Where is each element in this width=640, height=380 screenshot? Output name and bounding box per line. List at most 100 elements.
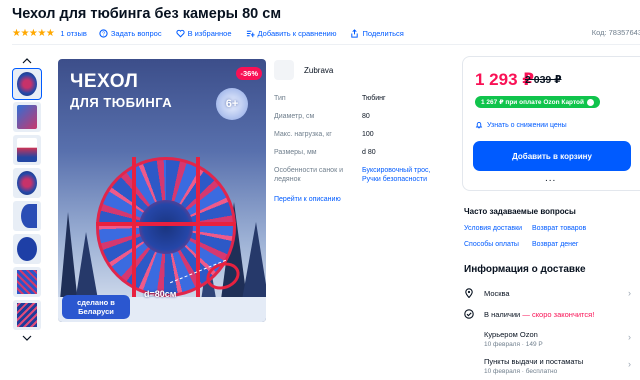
pickup-points-option[interactable]: Пункты выдачи и постаматы xyxy=(484,357,583,366)
spec-value: 100 xyxy=(362,131,374,138)
thumbnail-4[interactable] xyxy=(13,168,41,198)
spec-value: Тюбинг xyxy=(362,95,386,102)
spec-key: Размеры, мм xyxy=(274,149,317,156)
product-meta-bar: ★★★★★ 1 отзыв ? Задать вопрос В избранно… xyxy=(12,27,418,39)
brand-link[interactable]: Zubrava xyxy=(274,60,333,80)
chevron-right-icon: › xyxy=(628,288,631,298)
header-divider xyxy=(12,44,640,45)
ozon-card-price-label: 1 267 ₽ при оплате Ozon Картой xyxy=(481,99,585,106)
spec-value: d 80 xyxy=(362,149,376,156)
courier-delivery-details: 10 февраля · 149 Р xyxy=(484,341,543,348)
thumbnail-image xyxy=(17,171,37,195)
faq-link-refund[interactable]: Возврат денег xyxy=(532,241,578,248)
tube-handle xyxy=(132,157,136,297)
spec-row: Тип Тюбинг xyxy=(274,94,450,110)
thumbnail-6[interactable] xyxy=(13,234,41,264)
tube-center xyxy=(139,200,193,254)
chevron-down-icon xyxy=(22,335,32,341)
location-pin-icon xyxy=(465,288,473,298)
delivery-info-title: Информация о доставке xyxy=(464,264,586,275)
rating-stars[interactable]: ★★★★★ xyxy=(12,28,55,39)
diameter-label: d=80см xyxy=(144,289,177,299)
thumbnail-image xyxy=(17,105,37,129)
thumbnails-down-button[interactable] xyxy=(12,333,42,343)
product-main-image[interactable]: ЧЕХОЛ ДЛЯ ТЮБИНГА -36% 6+ d=80см сделано… xyxy=(58,59,266,322)
spec-key: Диаметр, см xyxy=(274,113,315,120)
made-in-badge: сделано в Беларуси xyxy=(62,295,130,319)
spec-key: Макс. нагрузка, кг xyxy=(274,131,332,138)
spec-row: Особенности санок и ледянок Буксировочны… xyxy=(274,166,450,196)
share-button[interactable]: Поделиться xyxy=(350,28,404,38)
image-title-line2: ДЛЯ ТЮБИНГА xyxy=(70,95,173,110)
thumbnail-8[interactable] xyxy=(13,300,41,330)
stock-label: В наличии xyxy=(484,309,521,319)
delivery-city: Москва xyxy=(484,288,510,298)
stock-status: В наличии — скоро закончится! xyxy=(464,309,594,319)
spec-value-link[interactable]: Буксировочный трос, Ручки безопасности xyxy=(362,166,450,184)
thumbnail-3[interactable] xyxy=(13,135,41,165)
courier-delivery-option[interactable]: Курьером Ozon xyxy=(484,330,538,339)
made-in-line1: сделано в xyxy=(77,298,115,307)
made-in-line2: Беларуси xyxy=(78,307,114,316)
faq-link-payment[interactable]: Способы оплаты xyxy=(464,241,519,248)
tube-handle xyxy=(196,157,200,297)
chevron-up-icon xyxy=(22,58,32,64)
faq-link-delivery[interactable]: Условия доставки xyxy=(464,225,522,232)
favorites-label: В избранное xyxy=(187,28,232,38)
thumbnail-image xyxy=(17,270,37,294)
bell-icon xyxy=(475,122,483,129)
thumbnail-5[interactable] xyxy=(13,201,41,231)
faq-link-returns[interactable]: Возврат товаров xyxy=(532,225,586,232)
thumbnail-image xyxy=(17,72,37,96)
image-title-line1: ЧЕХОЛ xyxy=(70,71,139,92)
age-badge: 6+ xyxy=(216,88,248,120)
add-to-compare-button[interactable]: Добавить к сравнению xyxy=(246,28,337,38)
more-options-button[interactable]: ... xyxy=(545,173,556,184)
discount-badge: -36% xyxy=(236,67,262,80)
thumbnail-1[interactable] xyxy=(12,68,42,100)
reviews-link[interactable]: 1 отзыв xyxy=(60,29,87,38)
compare-icon xyxy=(246,30,255,37)
go-to-description-link[interactable]: Перейти к описанию xyxy=(274,196,341,203)
spec-row: Диаметр, см 80 xyxy=(274,112,450,128)
chevron-right-icon: › xyxy=(628,359,631,369)
thumbnails-up-button[interactable] xyxy=(12,56,42,66)
spec-value: 80 xyxy=(362,113,370,120)
brand-logo xyxy=(274,60,294,80)
product-code: Код: 78357643 xyxy=(591,28,640,37)
price-drop-notify-label: Узнать о снижении цены xyxy=(487,121,567,129)
old-price: 2 039 ₽ xyxy=(525,74,562,86)
check-circle-icon xyxy=(464,309,474,319)
share-icon xyxy=(351,28,359,38)
add-to-favorites-button[interactable]: В избранное xyxy=(175,28,232,38)
share-label: Поделиться xyxy=(362,28,404,38)
spec-row: Размеры, мм d 80 xyxy=(274,148,450,164)
thumbnail-image xyxy=(17,303,37,327)
thumbnail-gallery xyxy=(12,56,42,343)
chevron-right-icon: › xyxy=(628,332,631,342)
spec-key: Тип xyxy=(274,95,286,102)
specs-list: Тип Тюбинг Диаметр, см 80 Макс. нагрузка… xyxy=(274,94,450,196)
ask-question-label: Задать вопрос xyxy=(110,28,162,38)
thumbnail-image xyxy=(17,237,37,261)
price-drop-notify-link[interactable]: Узнать о снижении цены xyxy=(475,121,567,129)
delivery-city-selector[interactable]: Москва xyxy=(464,288,510,298)
ask-question-button[interactable]: ? Задать вопрос xyxy=(99,29,162,38)
tube-strap xyxy=(96,222,236,226)
info-icon xyxy=(587,98,595,106)
thumbnail-7[interactable] xyxy=(13,267,41,297)
ozon-card-price-badge[interactable]: 1 267 ₽ при оплате Ozon Картой xyxy=(475,96,601,108)
thumbnail-2[interactable] xyxy=(13,102,41,132)
heart-icon xyxy=(175,29,185,37)
question-icon: ? xyxy=(99,28,108,38)
brand-name: Zubrava xyxy=(304,65,334,75)
spec-key: Особенности санок и ледянок xyxy=(274,167,343,183)
add-to-cart-button[interactable]: Добавить в корзину xyxy=(473,141,631,171)
faq-title: Часто задаваемые вопросы xyxy=(464,207,576,216)
thumbnail-image xyxy=(21,204,37,228)
buy-box: 1 293 ₽ 2 039 ₽ 1 267 ₽ при оплате Ozon … xyxy=(462,56,640,191)
compare-label: Добавить к сравнению xyxy=(257,28,337,38)
product-title: Чехол для тюбинга без камеры 80 см xyxy=(12,6,282,22)
svg-text:?: ? xyxy=(102,31,105,37)
thumbnail-image xyxy=(17,138,37,162)
